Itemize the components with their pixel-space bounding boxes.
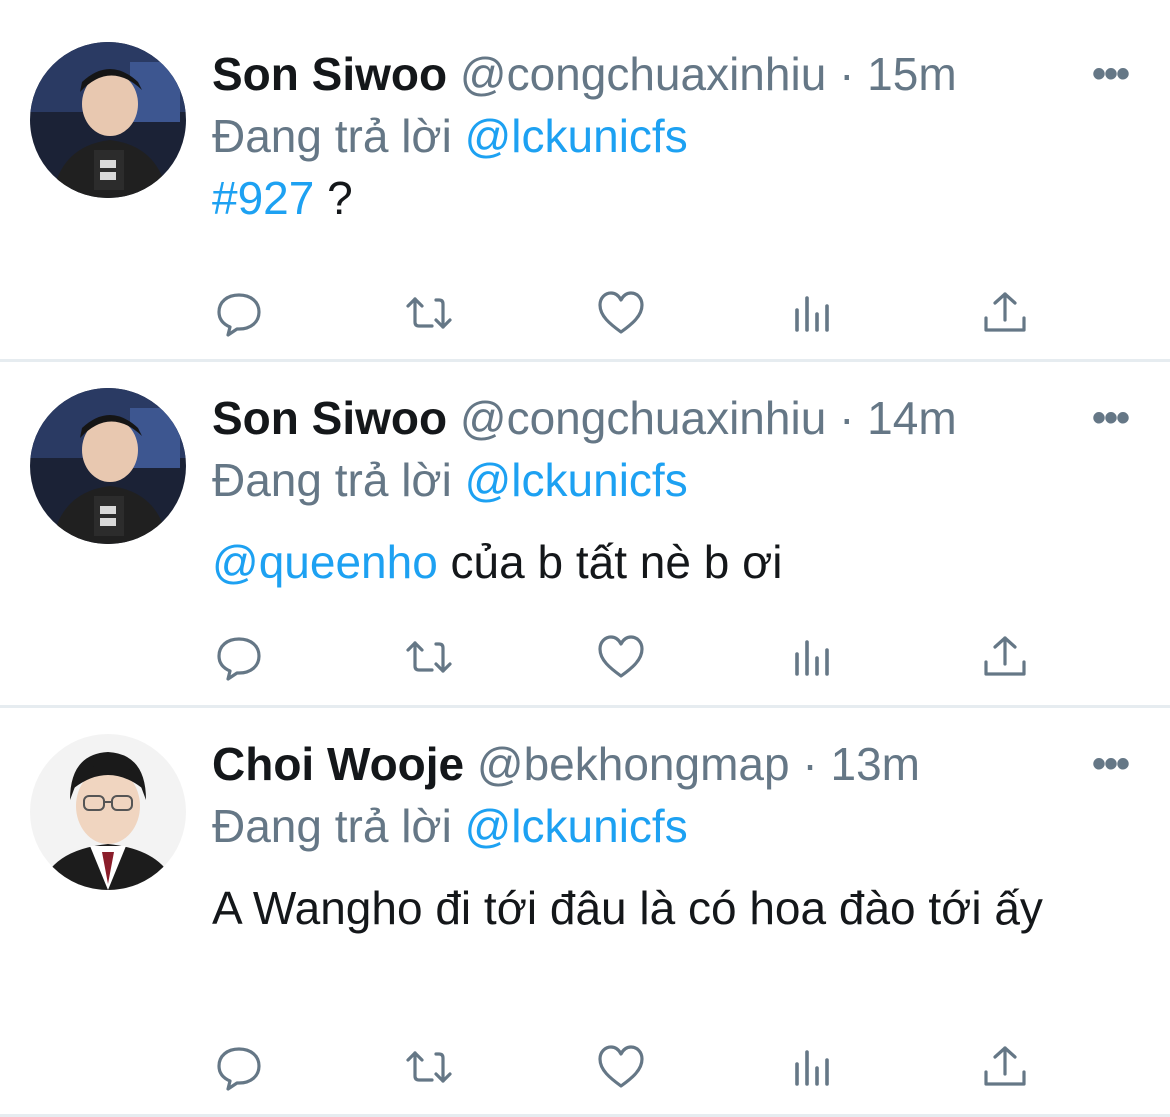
tweet[interactable]: Son Siwoo @congchuaxinhiu · 15m ••• Đang…: [0, 0, 1170, 362]
replying-prefix: Đang trả lời: [212, 110, 452, 162]
separator-dot: ·: [839, 48, 855, 100]
replying-to: Đang trả lời @lckunicfs: [212, 452, 688, 508]
tweet[interactable]: Choi Wooje @bekhongmap · 13m ••• Đang tr…: [0, 708, 1170, 1117]
tweet-text: A Wangho đi tới đâu là có hoa đào tới ấy: [212, 882, 1043, 934]
avatar-photo: [30, 42, 186, 198]
replying-to-link[interactable]: @lckunicfs: [465, 454, 688, 506]
timestamp[interactable]: 14m: [867, 392, 956, 444]
tweet-text: #927 ?: [212, 170, 1142, 226]
tweet-header: Choi Wooje @bekhongmap · 13m: [212, 736, 920, 792]
reply-icon[interactable]: [214, 288, 264, 338]
display-name[interactable]: Son Siwoo: [212, 48, 447, 100]
separator-dot: ·: [839, 392, 855, 444]
mention-link[interactable]: @queenho: [212, 536, 438, 588]
tweet[interactable]: Son Siwoo @congchuaxinhiu · 14m ••• Đang…: [0, 362, 1170, 708]
timestamp[interactable]: 13m: [830, 738, 919, 790]
more-options-icon[interactable]: •••: [1092, 390, 1130, 446]
share-icon[interactable]: [980, 1042, 1030, 1092]
tweet-actions: [212, 288, 1042, 338]
analytics-icon[interactable]: [788, 632, 838, 682]
replying-to-link[interactable]: @lckunicfs: [465, 110, 688, 162]
tweet-header: Son Siwoo @congchuaxinhiu · 15m: [212, 46, 957, 102]
timestamp[interactable]: 15m: [867, 48, 956, 100]
avatar-photo: [30, 388, 186, 544]
reply-icon[interactable]: [214, 1042, 264, 1092]
avatar[interactable]: [30, 42, 186, 198]
retweet-icon[interactable]: [404, 632, 454, 682]
share-icon[interactable]: [980, 632, 1030, 682]
display-name[interactable]: Son Siwoo: [212, 392, 447, 444]
like-icon[interactable]: [596, 288, 646, 338]
retweet-icon[interactable]: [404, 1042, 454, 1092]
hashtag-link[interactable]: #927: [212, 172, 314, 224]
tweet-actions: [212, 632, 1042, 682]
replying-prefix: Đang trả lời: [212, 454, 452, 506]
analytics-icon[interactable]: [788, 1042, 838, 1092]
replying-to: Đang trả lời @lckunicfs: [212, 108, 688, 164]
like-icon[interactable]: [596, 1042, 646, 1092]
replying-to: Đang trả lời @lckunicfs: [212, 798, 688, 854]
user-handle[interactable]: @congchuaxinhiu: [460, 48, 826, 100]
replying-to-link[interactable]: @lckunicfs: [465, 800, 688, 852]
avatar[interactable]: [30, 734, 186, 890]
reply-icon[interactable]: [214, 632, 264, 682]
analytics-icon[interactable]: [788, 288, 838, 338]
more-options-icon[interactable]: •••: [1092, 736, 1130, 792]
tweet-actions: [212, 1042, 1042, 1092]
retweet-icon[interactable]: [404, 288, 454, 338]
separator-dot: ·: [802, 738, 818, 790]
more-options-icon[interactable]: •••: [1092, 46, 1130, 102]
tweet-body-text: của b tất nè b ơi: [437, 536, 783, 588]
display-name[interactable]: Choi Wooje: [212, 738, 464, 790]
avatar[interactable]: [30, 388, 186, 544]
avatar-photo: [30, 734, 186, 890]
user-handle[interactable]: @bekhongmap: [477, 738, 790, 790]
share-icon[interactable]: [980, 288, 1030, 338]
like-icon[interactable]: [596, 632, 646, 682]
tweet-body-text: ?: [314, 172, 353, 224]
replying-prefix: Đang trả lời: [212, 800, 452, 852]
tweet-text: @queenho của b tất nè b ơi: [212, 534, 1142, 590]
tweet-header: Son Siwoo @congchuaxinhiu · 14m: [212, 390, 957, 446]
user-handle[interactable]: @congchuaxinhiu: [460, 392, 826, 444]
